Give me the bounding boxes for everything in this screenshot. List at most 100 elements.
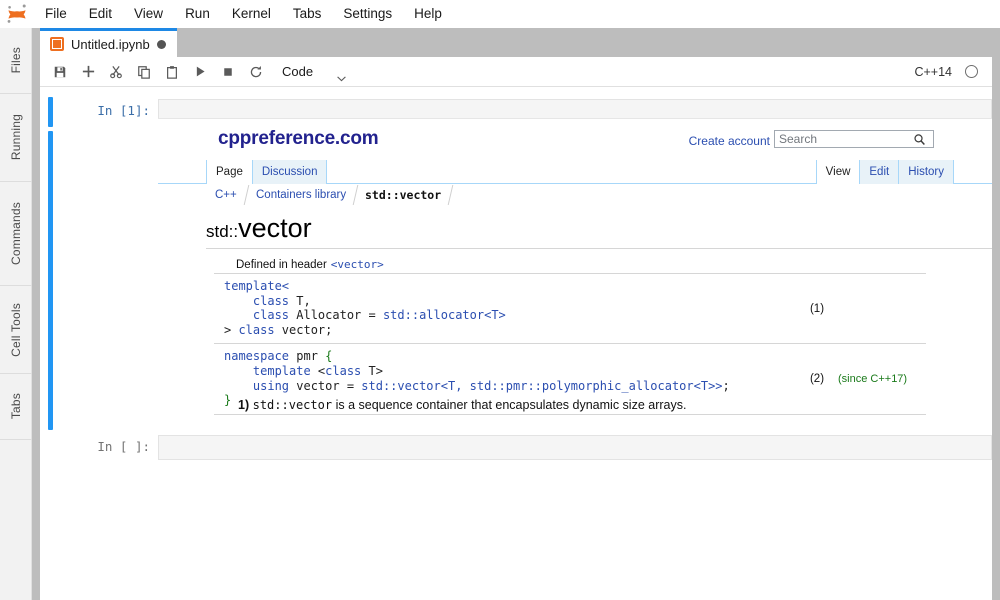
notebook-panel: Code C++14 In [1]: ?std	[40, 57, 992, 600]
code-token: ;	[722, 378, 730, 393]
tab-untitled-ipynb[interactable]: Untitled.ipynb	[40, 28, 177, 57]
code-token: class	[252, 308, 290, 323]
cppreference-output: cppreference.com Create account Search P…	[158, 118, 992, 428]
kernel-name-label[interactable]: C++14	[914, 65, 952, 79]
menu-settings[interactable]: Settings	[332, 3, 403, 24]
sidebar-item-commands[interactable]: Commands	[0, 182, 32, 286]
cppreference-nav-row: Page Discussion View Edit History	[158, 160, 992, 184]
code-token: vector =	[289, 378, 362, 393]
run-button[interactable]	[186, 58, 214, 86]
sidebar-item-tabs[interactable]: Tabs	[0, 374, 32, 440]
description-mono: std::vector	[252, 398, 333, 412]
sidebar-item-files[interactable]: Files	[0, 28, 32, 94]
declaration-code-1: template< class T, class Allocator = std…	[214, 274, 796, 343]
description-number: 1)	[238, 398, 250, 412]
declaration-number-1: (1)	[809, 302, 825, 315]
code-token: T,	[289, 293, 311, 308]
main-dock-area: Untitled.ipynb Code C++14 In [1]: cppref…	[32, 28, 1000, 600]
header-link[interactable]: <vector>	[331, 258, 384, 271]
menu-file[interactable]: File	[34, 3, 78, 24]
active-cell-marker-input	[48, 97, 53, 127]
code-token: template<	[224, 279, 290, 293]
unsaved-changes-indicator[interactable]	[156, 39, 166, 49]
menu-tabs[interactable]: Tabs	[282, 3, 333, 24]
action-tabs: View Edit History	[815, 160, 954, 184]
copy-button[interactable]	[130, 58, 158, 86]
code-token: namespace	[224, 349, 290, 364]
code-token: class	[252, 293, 290, 308]
menu-items: File Edit View Run Kernel Tabs Settings …	[34, 3, 453, 24]
code-input-cell-2[interactable]	[158, 435, 992, 460]
tab-history[interactable]: History	[898, 160, 954, 184]
page-title-name: vector	[238, 213, 312, 243]
code-token: >	[224, 322, 239, 337]
code-token: <	[310, 363, 326, 378]
breadcrumb: C++ Containers library std::vector	[203, 185, 454, 205]
code-token: Allocator =	[289, 308, 383, 323]
menu-view[interactable]: View	[123, 3, 174, 24]
interrupt-button[interactable]	[214, 58, 242, 86]
search-box[interactable]	[774, 130, 934, 148]
magnifier-icon[interactable]	[909, 131, 929, 147]
cell-type-select[interactable]: Code	[278, 61, 346, 83]
page-title-namespace: std::	[206, 222, 239, 241]
declaration-since-2: (since C++17)	[838, 373, 908, 386]
sidebar-item-label: Commands	[9, 202, 23, 265]
jupyterlab-window: File Edit View Run Kernel Tabs Settings …	[0, 0, 1000, 600]
breadcrumb-label: Containers library	[255, 189, 346, 201]
breadcrumb-label: std::vector	[364, 188, 442, 202]
code-token: std::allocator<T>	[382, 308, 506, 323]
breadcrumb-cpp[interactable]: C++	[203, 185, 250, 205]
declaration-number-2: (2)	[809, 373, 825, 386]
menu-help[interactable]: Help	[403, 3, 453, 24]
title-divider	[206, 248, 992, 249]
notebook-icon	[50, 37, 64, 51]
code-token: }	[224, 393, 232, 408]
sidebar-item-label: Files	[9, 47, 23, 74]
search-input[interactable]	[775, 131, 909, 147]
insert-cell-button[interactable]	[74, 58, 102, 86]
paste-button[interactable]	[158, 58, 186, 86]
save-button[interactable]	[46, 58, 74, 86]
sidebar-item-label: Tabs	[9, 393, 23, 420]
cell-type-value: Code	[282, 64, 314, 79]
tab-label: Untitled.ipynb	[71, 36, 150, 52]
tab-page[interactable]: Page	[206, 160, 253, 184]
notebook-toolbar: Code C++14	[40, 57, 992, 87]
cell-prompt-1: In [1]:	[97, 103, 150, 118]
code-token: {	[325, 349, 333, 364]
sidebar-item-running[interactable]: Running	[0, 94, 32, 182]
tab-edit[interactable]: Edit	[859, 160, 900, 184]
create-account-link[interactable]: Create account	[689, 134, 770, 148]
jupyter-logo-icon[interactable]	[0, 0, 34, 28]
breadcrumb-std-vector: std::vector	[353, 185, 454, 205]
declaration-table: Defined in header <vector> template< cla…	[214, 256, 926, 415]
restart-kernel-button[interactable]	[242, 58, 270, 86]
tab-discussion[interactable]: Discussion	[251, 160, 328, 184]
code-token: pmr	[289, 349, 326, 364]
breadcrumb-containers-library[interactable]: Containers library	[244, 185, 359, 205]
code-token: class	[238, 322, 275, 337]
declaration-since-1	[838, 274, 926, 343]
cppreference-brand[interactable]: cppreference.com	[218, 128, 379, 150]
cut-button[interactable]	[102, 58, 130, 86]
kernel-status-indicator[interactable]	[965, 65, 978, 78]
menu-kernel[interactable]: Kernel	[221, 3, 282, 24]
sidebar-item-cell-tools[interactable]: Cell Tools	[0, 286, 32, 374]
menu-run[interactable]: Run	[174, 3, 221, 24]
declaration-row-1: template< class T, class Allocator = std…	[214, 274, 926, 345]
menu-edit[interactable]: Edit	[78, 3, 123, 24]
code-token: using	[252, 378, 290, 393]
code-token: T>	[361, 363, 383, 378]
defined-in-text: Defined in header	[236, 258, 327, 271]
tab-view[interactable]: View	[815, 160, 861, 184]
menu-bar: File Edit View Run Kernel Tabs Settings …	[0, 0, 1000, 28]
code-token: std::vector<T, std::pmr::polymorphic_all…	[361, 378, 723, 393]
code-token: template	[252, 363, 311, 378]
output-top-divider	[158, 118, 992, 119]
code-token: class	[325, 363, 362, 378]
breadcrumb-label: C++	[215, 189, 237, 201]
